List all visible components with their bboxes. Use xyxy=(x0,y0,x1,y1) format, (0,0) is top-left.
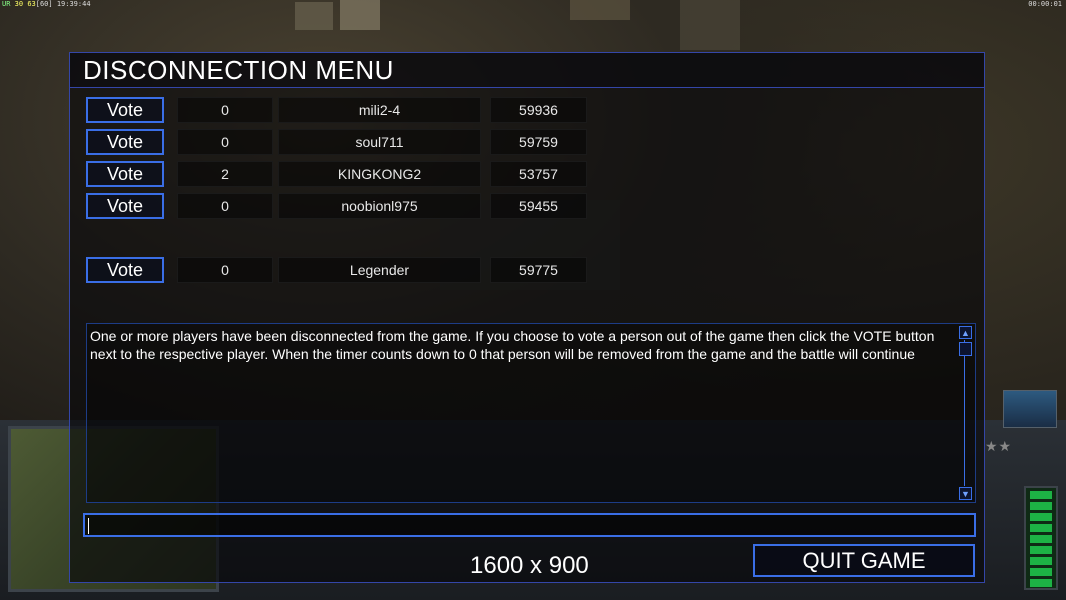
vote-count: 0 xyxy=(177,129,273,155)
player-name: KINGKONG2 xyxy=(278,161,481,187)
vote-button[interactable]: Vote xyxy=(86,97,164,123)
vote-count: 0 xyxy=(177,257,273,283)
player-name: noobionl975 xyxy=(278,193,481,219)
player-name: Legender xyxy=(278,257,481,283)
quit-game-button[interactable]: QUIT GAME xyxy=(753,544,975,577)
scroll-down-icon[interactable]: ▼ xyxy=(959,487,972,500)
general-portrait-icon xyxy=(1003,390,1057,428)
scrollbar[interactable]: ▲ ▼ xyxy=(959,326,973,500)
resolution-label: 1600 x 900 xyxy=(470,552,589,579)
hud-fps-max: [60] xyxy=(35,0,53,8)
hud-fps-avg: 63 xyxy=(27,0,36,8)
hud-fps: 30 xyxy=(14,0,24,8)
dialog-title: DISCONNECTION MENU xyxy=(83,55,394,85)
disconnect-timer: 59759 xyxy=(490,129,587,155)
message-text: One or more players have been disconnect… xyxy=(90,328,935,362)
disconnect-timer: 53757 xyxy=(490,161,587,187)
dialog-header: DISCONNECTION MENU xyxy=(70,53,984,88)
hud-clock: 19:39:44 xyxy=(56,0,91,8)
scroll-track[interactable] xyxy=(964,340,965,486)
disconnect-timer: 59936 xyxy=(490,97,587,123)
vote-count: 2 xyxy=(177,161,273,187)
rank-stars-icon: ★★ xyxy=(985,438,1013,454)
vote-button[interactable]: Vote xyxy=(86,161,164,187)
top-hud: UR 30 63[60] 19:39:44 00:00:01 xyxy=(0,0,1066,8)
scroll-up-icon[interactable]: ▲ xyxy=(959,326,972,339)
player-name: soul711 xyxy=(278,129,481,155)
player-name: mili2-4 xyxy=(278,97,481,123)
text-caret xyxy=(88,518,89,534)
scroll-thumb[interactable] xyxy=(959,342,972,356)
vote-count: 0 xyxy=(177,193,273,219)
disconnection-dialog: DISCONNECTION MENU Vote 0 mili2-4 59936 … xyxy=(69,52,985,583)
disconnect-timer: 59775 xyxy=(490,257,587,283)
hud-prefix: UR xyxy=(2,0,11,8)
message-box: One or more players have been disconnect… xyxy=(86,323,976,503)
disconnect-timer: 59455 xyxy=(490,193,587,219)
vote-button[interactable]: Vote xyxy=(86,193,164,219)
vote-button[interactable]: Vote xyxy=(86,129,164,155)
power-meter-icon xyxy=(1024,486,1058,590)
vote-button[interactable]: Vote xyxy=(86,257,164,283)
vote-count: 0 xyxy=(177,97,273,123)
chat-input[interactable] xyxy=(83,513,976,537)
hud-game-timer: 00:00:01 xyxy=(1028,0,1062,8)
